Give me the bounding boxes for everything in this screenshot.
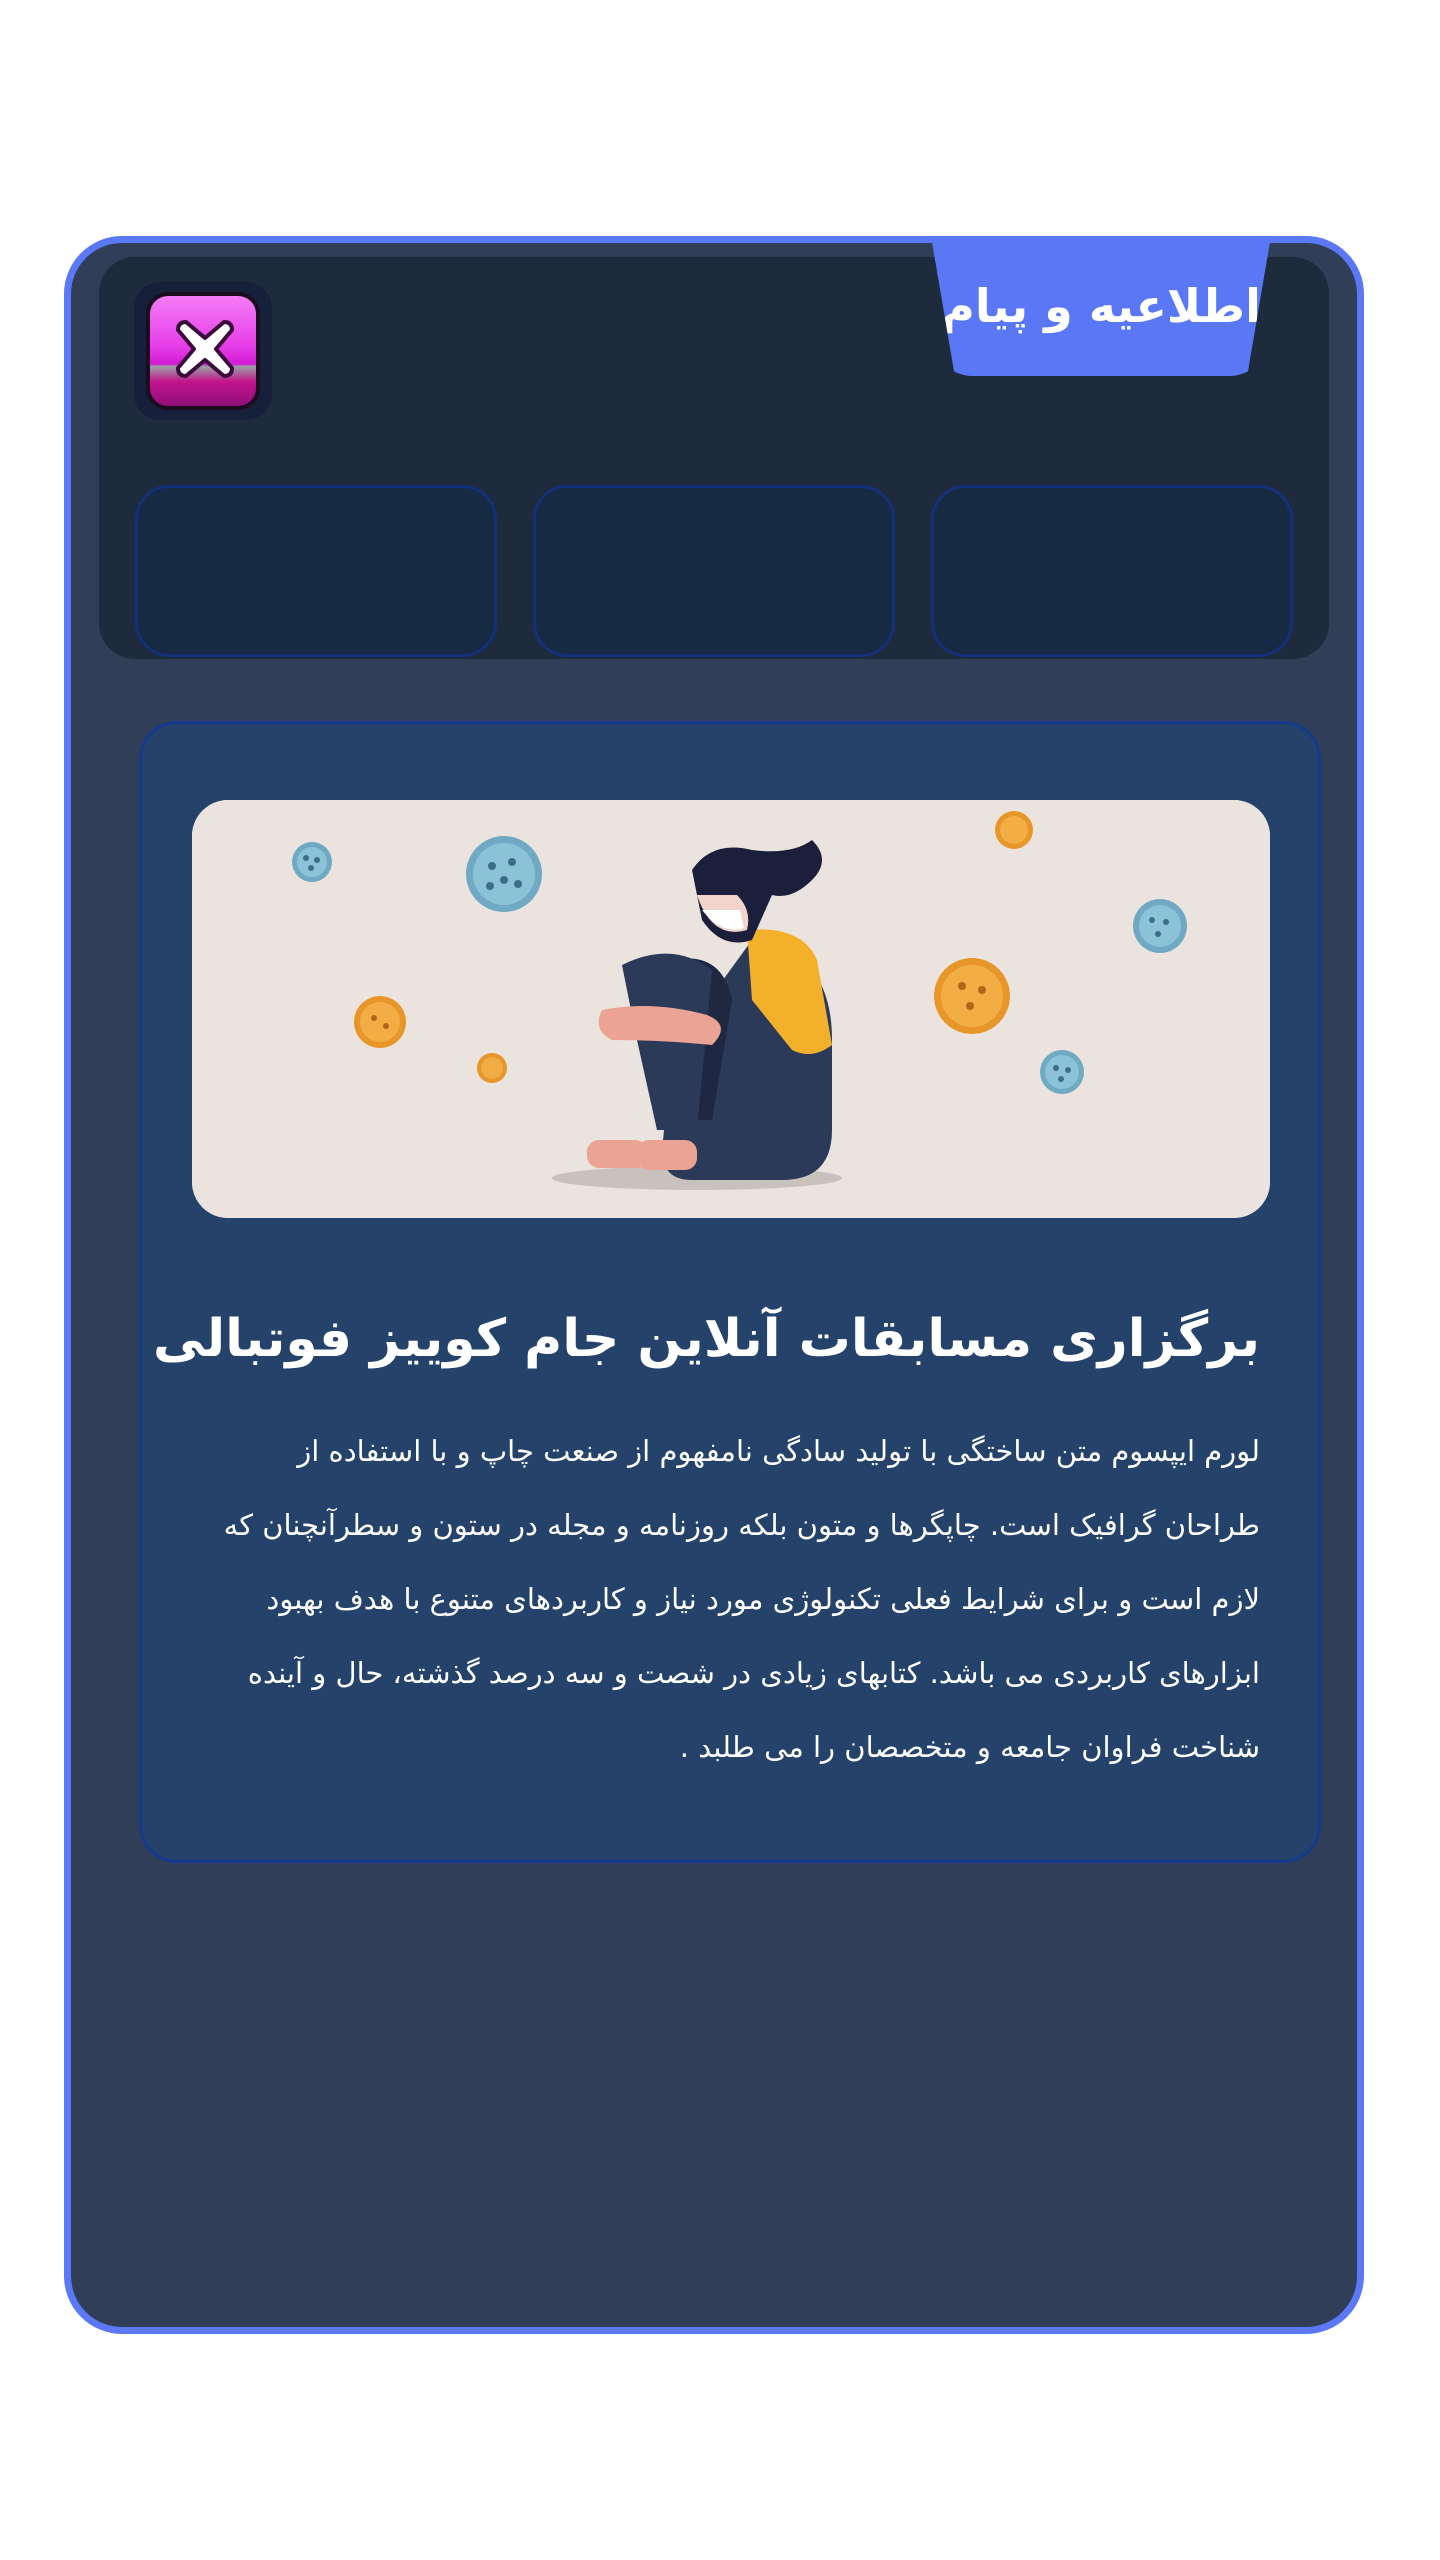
news-title: برگزاری مسابقات آنلاین جام کوییز فوتبالی — [152, 1309, 1260, 1369]
news-body: لورم ایپسوم متن ساختگی با تولید سادگی نا… — [223, 1434, 1260, 1764]
tab-slot-1[interactable] — [135, 485, 497, 657]
virus-blue-2 — [466, 836, 542, 912]
virus-orange-2 — [934, 958, 1010, 1034]
notification-dialog: اطلاعیه و پیام برگزاری مسابقات آنلاین جا… — [64, 236, 1364, 2334]
news-image — [192, 800, 1270, 1218]
close-icon — [176, 320, 234, 378]
illustration — [192, 800, 1270, 1218]
tab-slot-3[interactable] — [931, 485, 1293, 657]
news-card: برگزاری مسابقات آنلاین جام کوییز فوتبالی… — [139, 721, 1321, 1863]
dialog-title-tab: اطلاعیه و پیام — [931, 236, 1271, 376]
close-button-frame — [134, 282, 272, 420]
tab-slot-2[interactable] — [533, 485, 895, 657]
virus-blue-3 — [1133, 899, 1187, 953]
virus-orange-3 — [354, 996, 406, 1048]
dialog-title: اطلاعیه و پیام — [941, 279, 1261, 333]
virus-blue-1 — [292, 842, 332, 882]
virus-orange-4 — [477, 1053, 507, 1083]
virus-blue-4 — [1040, 1050, 1084, 1094]
close-button[interactable] — [146, 292, 260, 410]
virus-orange-1 — [995, 811, 1033, 849]
